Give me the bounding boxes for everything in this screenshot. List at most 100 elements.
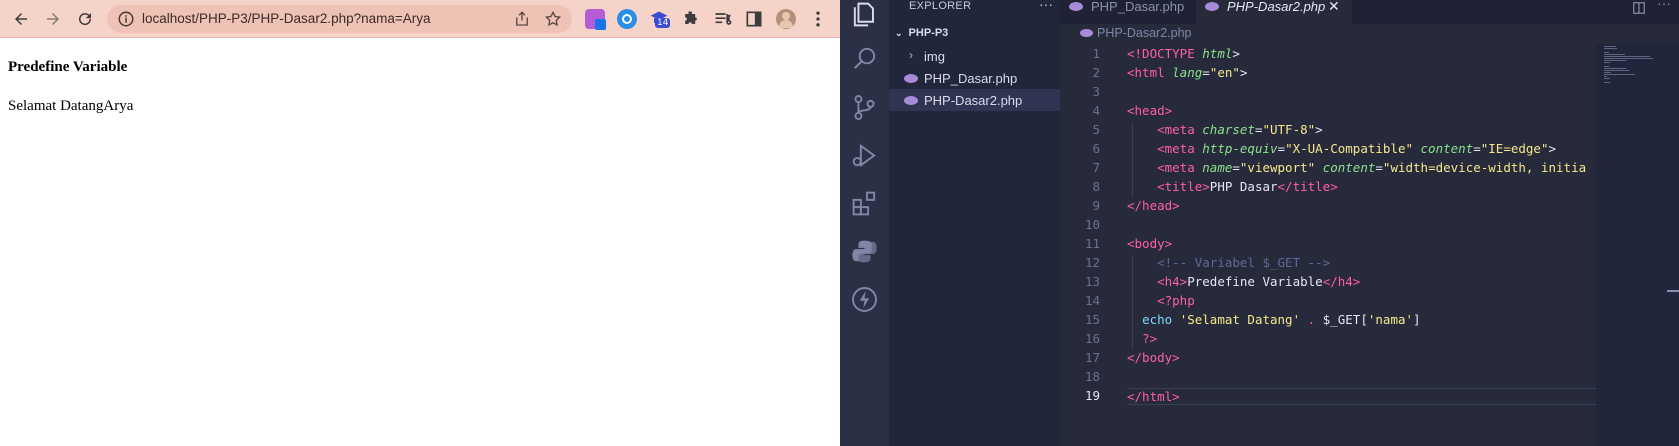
- code-line[interactable]: 16 ?>: [1060, 331, 1636, 350]
- extension-icon[interactable]: [585, 9, 606, 30]
- explorer-more-icon[interactable]: ···: [1039, 0, 1053, 12]
- browser-toolbar: localhost/PHP-P3/PHP-Dasar2.php?nama=Ary…: [0, 0, 840, 38]
- sidepanel-icon[interactable]: [744, 9, 764, 29]
- back-arrow-icon[interactable]: [9, 7, 33, 31]
- activity-bar: [840, 0, 889, 446]
- php-file-icon: [1080, 29, 1093, 37]
- extension-icon[interactable]: 14: [649, 9, 671, 29]
- star-icon[interactable]: [544, 10, 562, 28]
- puzzle-icon[interactable]: [681, 9, 701, 29]
- code-text: echo 'Selamat Datang' . $_GET['nama']: [1142, 312, 1421, 327]
- code-line[interactable]: 17 </body>: [1060, 350, 1636, 369]
- share-icon[interactable]: [513, 10, 531, 28]
- minimap-line: [1604, 82, 1610, 83]
- search-icon[interactable]: [850, 44, 879, 73]
- code-line[interactable]: 1 <!DOCTYPE html>: [1060, 46, 1636, 65]
- code-text: <!DOCTYPE html>: [1127, 46, 1240, 61]
- extensions-icon[interactable]: [850, 189, 879, 218]
- minimap-line: [1604, 58, 1653, 59]
- code-line[interactable]: 13 <h4>Predefine Variable</h4>: [1060, 274, 1636, 293]
- minimap-line: [1604, 46, 1616, 47]
- editor-more-icon[interactable]: ···: [1657, 0, 1671, 11]
- tree-folder-img[interactable]: › img: [889, 45, 1060, 67]
- line-number: 19: [1084, 388, 1100, 403]
- url-text[interactable]: localhost/PHP-P3/PHP-Dasar2.php?nama=Ary…: [142, 11, 431, 26]
- menu-icon[interactable]: [808, 9, 828, 29]
- tab-php-dasar[interactable]: PHP_Dasar.php: [1060, 0, 1193, 24]
- line-number: 6: [1092, 141, 1100, 156]
- code-text: </body>: [1127, 350, 1180, 365]
- close-icon[interactable]: ✕: [1328, 0, 1340, 15]
- code-text: <body>: [1127, 236, 1173, 251]
- code-text: <title>PHP Dasar</title>: [1157, 179, 1338, 194]
- code-line[interactable]: 10: [1060, 217, 1636, 236]
- avatar[interactable]: [776, 9, 796, 29]
- code-line[interactable]: 5 <meta charset="UTF-8">: [1060, 122, 1636, 141]
- code-line[interactable]: 9 </head>: [1060, 198, 1636, 217]
- split-editor-icon[interactable]: [1632, 1, 1646, 15]
- tree-file-selected[interactable]: PHP-Dasar2.php: [889, 89, 1060, 111]
- line-number: 15: [1084, 312, 1100, 327]
- minimap-line: [1604, 62, 1610, 63]
- info-icon[interactable]: [117, 10, 135, 28]
- scrollbar[interactable]: [1667, 290, 1679, 292]
- minimap-line: [1604, 56, 1650, 57]
- code-line[interactable]: 4 <head>: [1060, 103, 1636, 122]
- line-number: 10: [1084, 217, 1100, 232]
- vscode-window: EXPLORER ··· ⌄ PHP-P3 › img PHP_Dasar.php…: [840, 0, 1679, 446]
- code-line[interactable]: 19 </html>: [1060, 388, 1636, 407]
- code-text: <meta http-equiv="X-UA-Compatible" conte…: [1157, 141, 1557, 156]
- line-number: 1: [1092, 46, 1100, 61]
- code-line[interactable]: 18: [1060, 369, 1636, 388]
- lightning-icon[interactable]: [850, 285, 879, 314]
- line-number: 11: [1084, 236, 1100, 251]
- media-icon[interactable]: [713, 9, 733, 29]
- forward-arrow-icon[interactable]: [41, 7, 65, 31]
- code-line[interactable]: 8 <title>PHP Dasar</title>: [1060, 179, 1636, 198]
- tree-file[interactable]: PHP_Dasar.php: [889, 67, 1060, 89]
- line-number: 13: [1084, 274, 1100, 289]
- code-text: <?php: [1157, 293, 1195, 308]
- indent-guide: [1132, 255, 1133, 350]
- line-number: 12: [1084, 255, 1100, 270]
- code-line[interactable]: 7 <meta name="viewport" content="width=d…: [1060, 160, 1636, 179]
- tab-php-dasar2[interactable]: PHP-Dasar2.php ✕: [1196, 0, 1352, 24]
- minimap-line: [1604, 72, 1612, 73]
- page-heading: Predefine Variable: [8, 59, 128, 75]
- minimap-line: [1604, 76, 1608, 77]
- php-file-icon: [904, 74, 918, 83]
- indent-guide: [1132, 122, 1133, 198]
- line-number: 2: [1092, 65, 1100, 80]
- run-debug-icon[interactable]: [850, 141, 879, 170]
- editor-tabs: PHP_Dasar.php PHP-Dasar2.php ✕ ···: [1060, 0, 1679, 24]
- code-line[interactable]: 2 <html lang="en">: [1060, 65, 1636, 84]
- files-icon[interactable]: [850, 0, 879, 29]
- code-line[interactable]: 3: [1060, 84, 1636, 103]
- line-number: 8: [1092, 179, 1100, 194]
- line-number: 9: [1092, 198, 1100, 213]
- extension-icon[interactable]: [617, 9, 637, 29]
- php-file-icon: [904, 96, 918, 105]
- line-number: 17: [1084, 350, 1100, 365]
- address-bar[interactable]: localhost/PHP-P3/PHP-Dasar2.php?nama=Ary…: [107, 5, 572, 33]
- page-text: Selamat DatangArya: [8, 98, 134, 114]
- php-file-icon: [1069, 2, 1083, 11]
- python-icon[interactable]: [850, 237, 879, 266]
- minimap-line: [1604, 48, 1617, 49]
- project-name[interactable]: ⌄ PHP-P3: [895, 27, 948, 39]
- code-line[interactable]: 12 <!-- Variabel $_GET -->: [1060, 255, 1636, 274]
- php-file-icon: [1205, 2, 1219, 11]
- explorer-title: EXPLORER: [909, 0, 972, 12]
- minimap[interactable]: [1596, 44, 1679, 446]
- code-line[interactable]: 15 echo 'Selamat Datang' . $_GET['nama']: [1060, 312, 1636, 331]
- code-line[interactable]: 11 <body>: [1060, 236, 1636, 255]
- code-line[interactable]: 6 <meta http-equiv="X-UA-Compatible" con…: [1060, 141, 1636, 160]
- minimap-line: [1604, 74, 1636, 75]
- reload-icon[interactable]: [73, 7, 97, 31]
- code-text: </head>: [1127, 198, 1180, 213]
- code-editor[interactable]: 1 <!DOCTYPE html> 2 <html lang="en"> 3 4 <head…: [1060, 44, 1636, 446]
- line-number: 7: [1092, 160, 1100, 175]
- source-control-icon[interactable]: [850, 93, 879, 122]
- code-line[interactable]: 14 <?php: [1060, 293, 1636, 312]
- code-text: </html>: [1127, 388, 1603, 405]
